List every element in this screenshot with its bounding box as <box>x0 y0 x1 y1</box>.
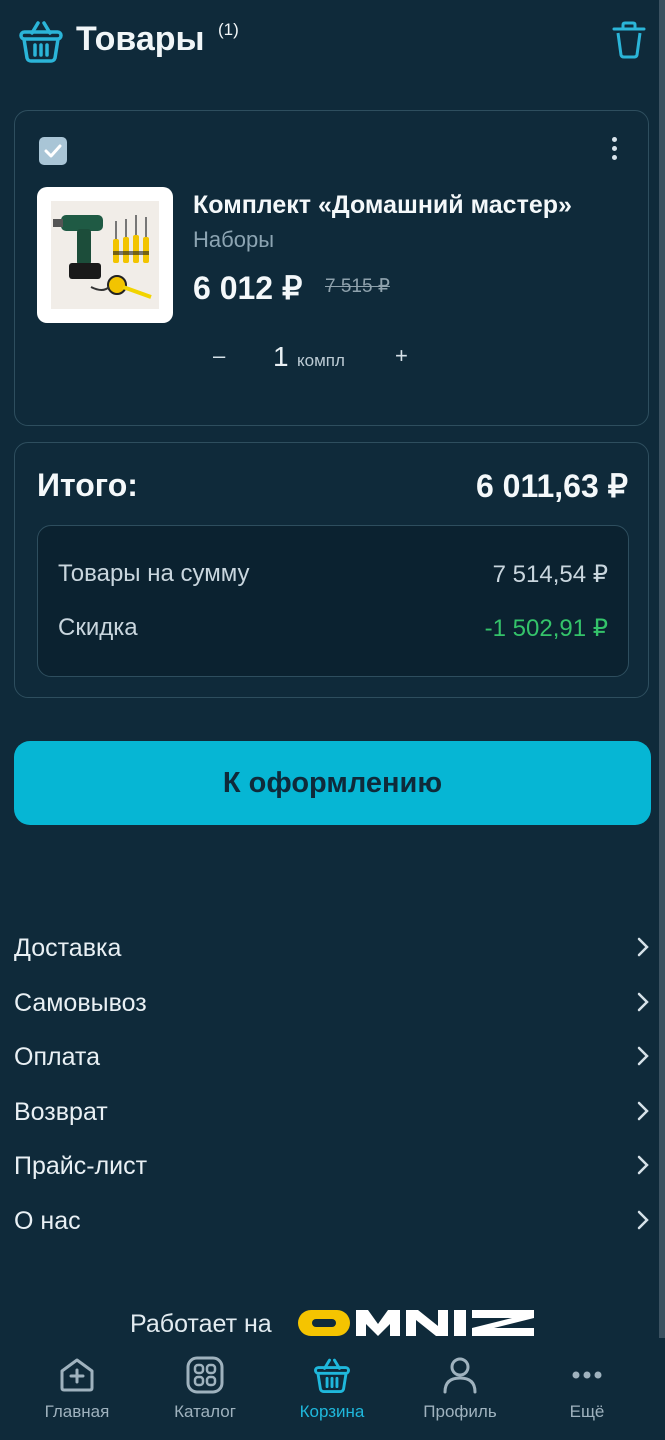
home-plus-icon <box>60 1358 94 1392</box>
nav-cart[interactable]: Корзина <box>272 1356 392 1422</box>
omniz-logo <box>298 1310 534 1336</box>
total-label: Итого: <box>37 467 138 503</box>
quantity-stepper: – 1 компл + <box>15 339 648 379</box>
scrollbar[interactable] <box>659 0 665 1338</box>
increase-quantity-button[interactable]: + <box>395 343 408 369</box>
chevron-right-icon <box>637 1210 649 1229</box>
total-value: 6 011,63 ₽ <box>475 468 628 504</box>
more-dots-icon <box>572 1371 602 1379</box>
nav-label: Каталог <box>174 1402 236 1421</box>
nav-label: Корзина <box>299 1402 365 1421</box>
bottom-navigation: Главная Каталог Корзина Профиль Ещё <box>0 1340 665 1440</box>
decrease-quantity-button[interactable]: – <box>213 343 225 369</box>
link-label: Доставка <box>14 934 122 962</box>
link-label: Прайс-лист <box>14 1152 148 1180</box>
powered-by-text: Работает на <box>130 1310 272 1338</box>
checkmark-icon <box>44 144 62 158</box>
link-label: О нас <box>14 1206 81 1235</box>
link-label: Оплата <box>14 1043 100 1071</box>
nav-profile[interactable]: Профиль <box>400 1356 520 1422</box>
trash-icon[interactable] <box>611 20 647 60</box>
quantity-value[interactable]: 1 <box>273 341 289 373</box>
summary-breakdown: Товары на сумму 7 514,54 ₽ Скидка -1 502… <box>37 525 629 677</box>
nav-more[interactable]: Ещё <box>527 1356 647 1422</box>
cart-item-card: Комплект «Домашний мастер» Наборы 6 012 … <box>14 110 649 426</box>
nav-label: Ещё <box>569 1402 605 1421</box>
product-price: 6 012 ₽ <box>193 270 303 306</box>
chevron-right-icon <box>637 937 649 957</box>
link-price-list[interactable]: Прайс-лист <box>14 1140 650 1195</box>
items-count-badge: (1) <box>218 20 239 39</box>
nav-catalog[interactable]: Каталог <box>145 1356 265 1422</box>
nav-label: Профиль <box>423 1402 497 1421</box>
goods-sum-label: Товары на сумму <box>58 560 250 587</box>
profile-icon <box>443 1357 477 1394</box>
basket-icon <box>314 1358 350 1393</box>
product-image[interactable] <box>37 187 173 323</box>
discount-row: Скидка -1 502,91 ₽ <box>58 614 608 648</box>
quantity-unit: компл <box>297 351 345 370</box>
goods-sum-value: 7 514,54 ₽ <box>492 561 608 588</box>
chevron-right-icon <box>637 1101 649 1120</box>
product-category: Наборы <box>193 227 275 252</box>
product-name[interactable]: Комплект «Домашний мастер» <box>193 191 572 220</box>
link-pickup[interactable]: Самовывоз <box>14 977 650 1032</box>
nav-label: Главная <box>44 1402 110 1421</box>
basket-icon <box>19 21 63 63</box>
checkout-button[interactable]: К оформлению <box>14 741 651 825</box>
link-about[interactable]: О нас <box>14 1195 650 1250</box>
discount-value: -1 502,91 ₽ <box>484 615 608 642</box>
catalog-grid-icon <box>186 1356 224 1394</box>
info-links-list: Доставка Самовывоз Оплата Возврат Прайс-… <box>14 922 650 1249</box>
chevron-right-icon <box>637 992 649 1011</box>
discount-label: Скидка <box>58 614 138 641</box>
link-delivery[interactable]: Доставка <box>14 922 650 977</box>
link-label: Возврат <box>14 1097 108 1126</box>
product-old-price: 7 515 ₽ <box>325 276 390 297</box>
order-summary: Итого: 6 011,63 ₽ Товары на сумму 7 514,… <box>14 442 649 698</box>
chevron-right-icon <box>637 1155 649 1175</box>
goods-sum-row: Товары на сумму 7 514,54 ₽ <box>58 560 608 594</box>
page-title: Товары <box>76 20 205 58</box>
link-returns[interactable]: Возврат <box>14 1086 650 1141</box>
tool-set-picture <box>53 215 152 299</box>
item-more-menu-icon[interactable] <box>610 137 618 165</box>
link-payment[interactable]: Оплата <box>14 1031 650 1086</box>
page-header: Товары (1) <box>18 18 647 68</box>
nav-home[interactable]: Главная <box>17 1356 137 1422</box>
chevron-right-icon <box>637 1046 649 1066</box>
link-label: Самовывоз <box>14 988 147 1017</box>
item-select-checkbox[interactable] <box>39 137 67 165</box>
